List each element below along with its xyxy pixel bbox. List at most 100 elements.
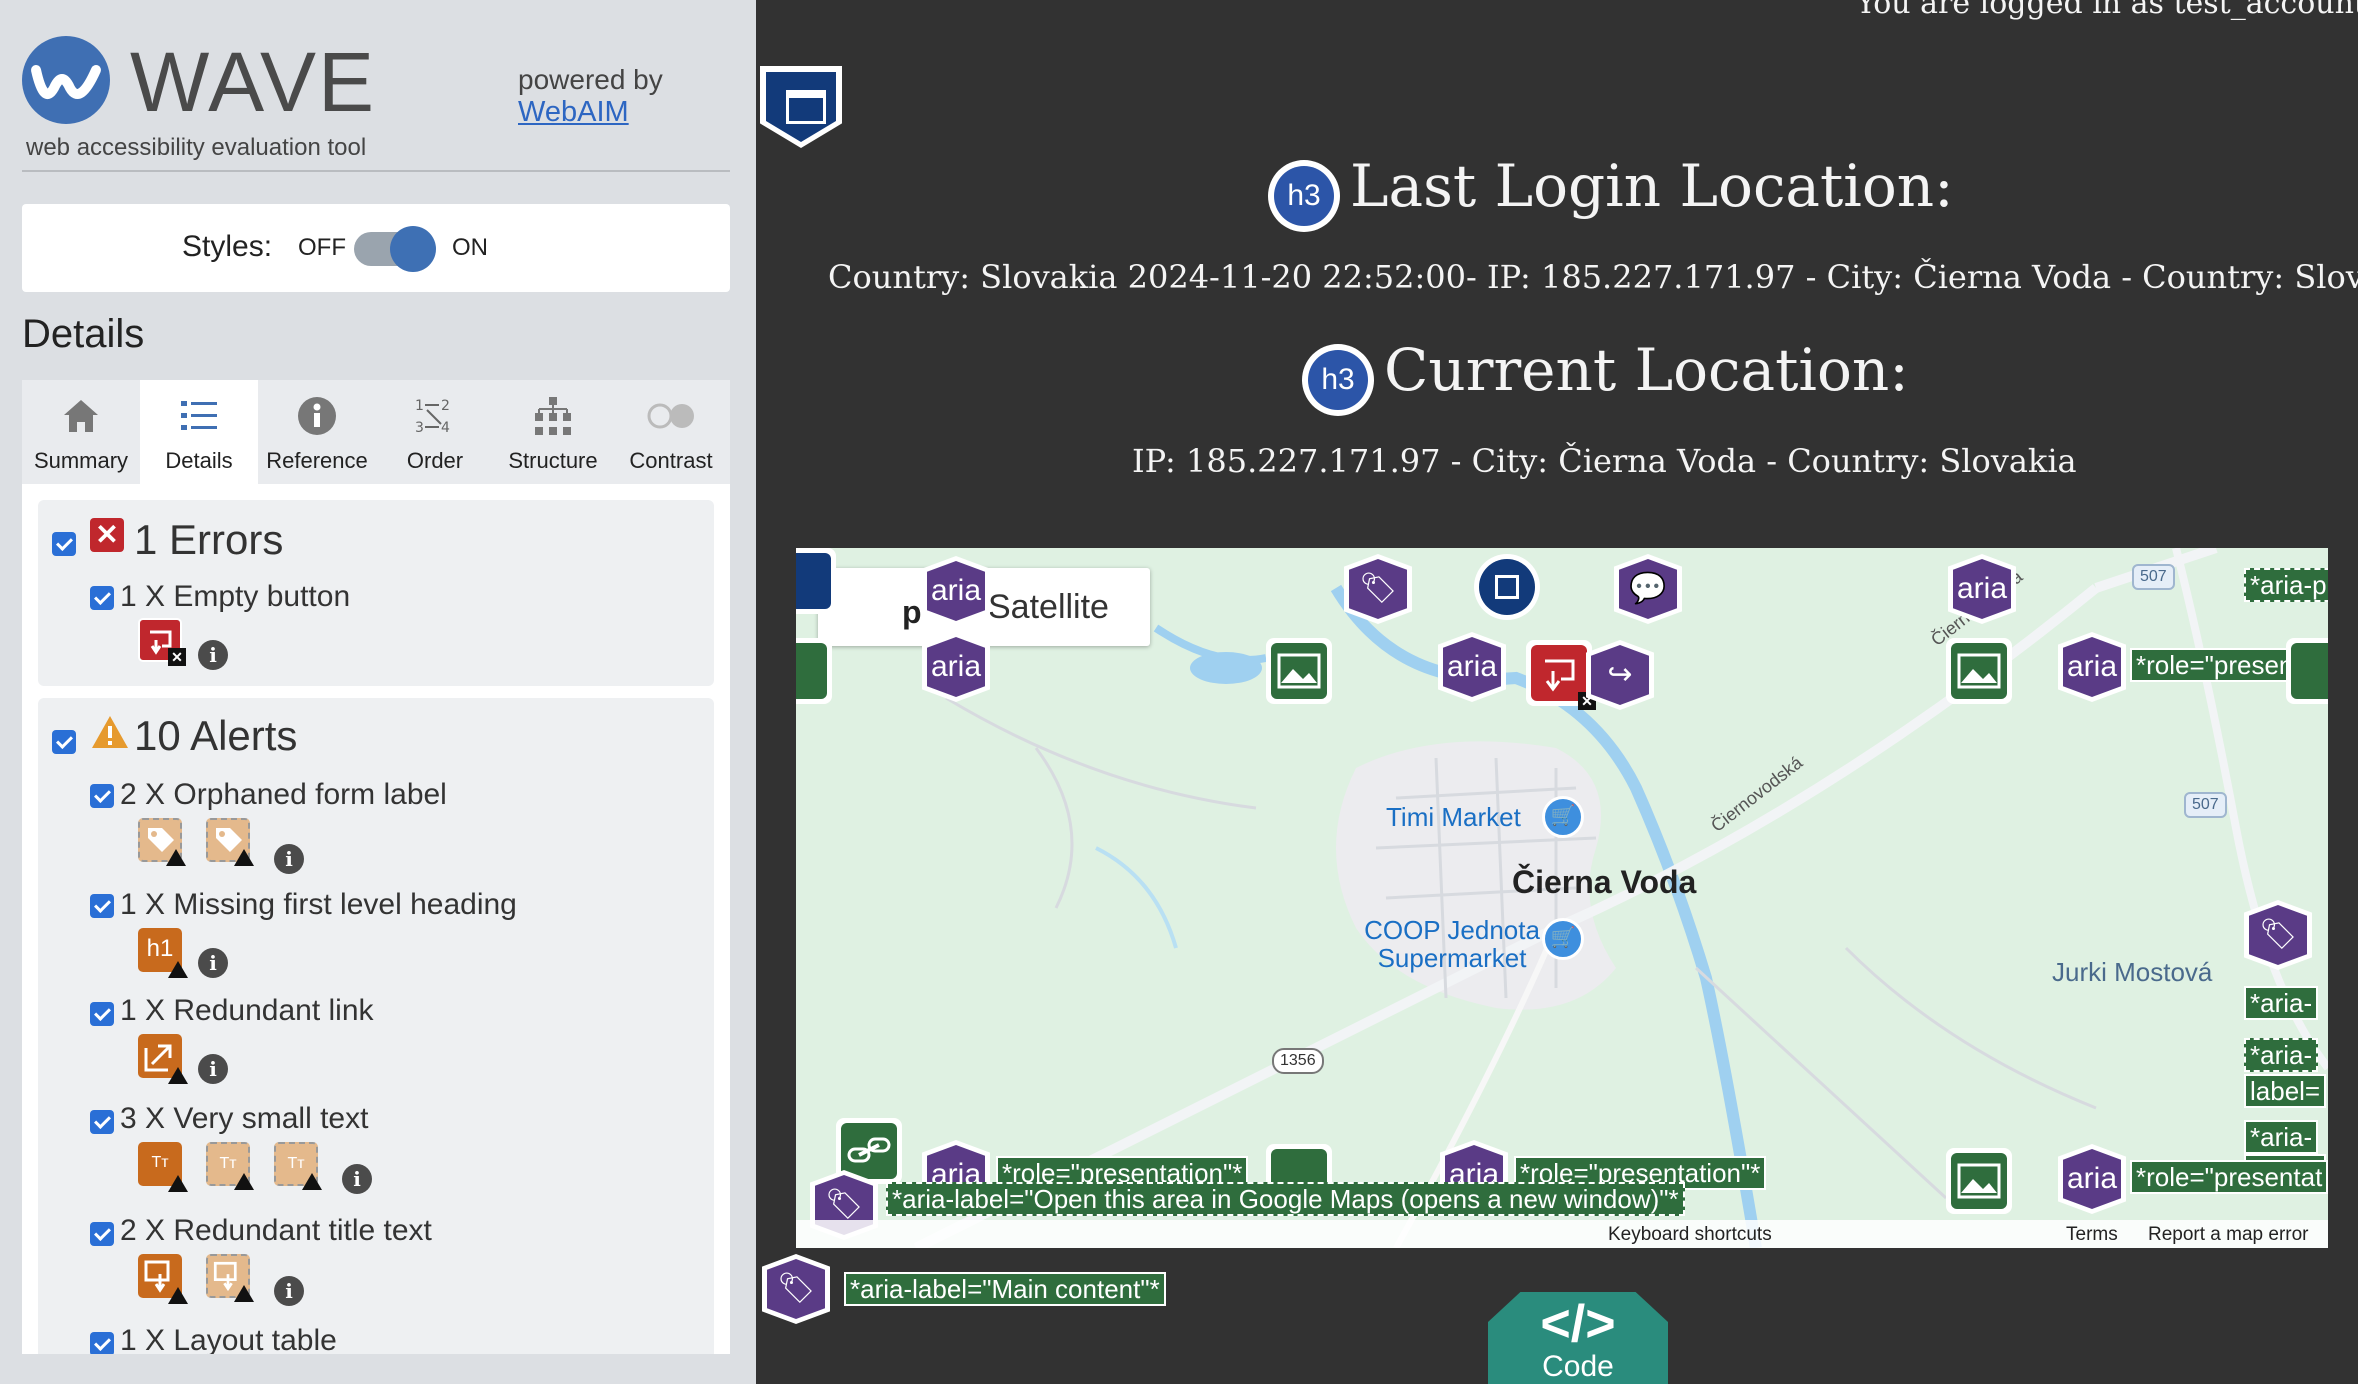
redundant-title-icon[interactable]: [206, 1254, 254, 1302]
aria-label-tag[interactable]: *aria-: [2244, 1120, 2319, 1154]
h3-icon[interactable]: h3: [1302, 344, 1374, 416]
info-icon[interactable]: i: [274, 1276, 304, 1306]
role-presentation-label[interactable]: *role="presentat: [2130, 1160, 2328, 1194]
powered-by: powered by WebAIM: [518, 64, 663, 128]
alert-item-label: 1 X Layout table: [120, 1324, 337, 1354]
region-icon[interactable]: [760, 66, 842, 148]
tab-structure[interactable]: Structure: [494, 380, 612, 484]
aria-icon[interactable]: aria: [922, 632, 990, 702]
tab-label: Structure: [508, 448, 598, 473]
alert-item-checkbox[interactable]: [90, 1222, 114, 1246]
keyboard-shortcuts-link[interactable]: Keyboard shortcuts: [1608, 1224, 1772, 1246]
tag-icon[interactable]: 🏷: [1344, 554, 1412, 624]
toggle-knob[interactable]: [390, 226, 436, 272]
small-text-icon[interactable]: Tт: [206, 1142, 254, 1190]
google-map[interactable]: p Satellite Timi Market 🛒 Čierna Voda CO…: [796, 548, 2328, 1248]
wave-logo-text: WAVE: [130, 35, 377, 129]
code-label: Code: [1542, 1350, 1614, 1383]
small-text-icon[interactable]: Tт: [274, 1142, 322, 1190]
aria-icon[interactable]: aria: [1438, 632, 1506, 702]
styles-label: Styles:: [182, 230, 273, 263]
place-label[interactable]: Timi Market: [1386, 803, 1521, 831]
aria-label-tag[interactable]: *aria-pressed: [2244, 568, 2328, 602]
aria-icon[interactable]: aria: [2058, 632, 2126, 702]
satellite-button[interactable]: Satellite: [988, 588, 1109, 627]
alert-item-checkbox[interactable]: [90, 1002, 114, 1026]
tab-label: Details: [165, 448, 233, 473]
warn-mark: [234, 849, 254, 866]
alert-item-checkbox[interactable]: [90, 1332, 114, 1354]
wave-logo[interactable]: WAVE web accessibility evaluation tool p…: [22, 36, 732, 166]
errors-checkbox[interactable]: [52, 532, 76, 556]
info-icon[interactable]: i: [198, 948, 228, 978]
redundant-link-icon[interactable]: [138, 1034, 188, 1084]
aria-label-tag[interactable]: *aria-: [2244, 986, 2319, 1020]
code-button[interactable]: </> Code: [1488, 1292, 1668, 1384]
image-icon[interactable]: [1946, 1148, 2012, 1214]
region-icon[interactable]: [796, 548, 836, 614]
empty-button-icon[interactable]: ✕: [138, 618, 186, 666]
redundant-title-icon[interactable]: [138, 1254, 188, 1304]
small-text-icon[interactable]: Tт: [138, 1142, 188, 1192]
shopping-cart-icon[interactable]: 🛒: [1542, 796, 1584, 838]
image-icon[interactable]: [1946, 638, 2012, 704]
h3-icon[interactable]: h3: [1268, 160, 1340, 232]
tab-label: Order: [406, 448, 464, 473]
aria-icon[interactable]: aria: [1948, 554, 2016, 624]
map-footer: Keyboard shortcuts Terms Report a map er…: [796, 1220, 2328, 1248]
comment-icon[interactable]: 💬: [1614, 554, 1682, 624]
alert-triangle-icon: [92, 716, 128, 748]
aria-label-open-maps[interactable]: *aria-label="Open this area in Google Ma…: [886, 1182, 1685, 1216]
details-panel: ✕ 1 Errors 1 X Empty button ✕ i 10 Alert…: [22, 484, 730, 1354]
alert-item-label: 3 X Very small text: [120, 1102, 369, 1135]
report-map-error-link[interactable]: Report a map error: [2148, 1224, 2309, 1246]
alert-item-checkbox[interactable]: [90, 1110, 114, 1134]
webaim-link[interactable]: WebAIM: [518, 96, 663, 128]
redirect-icon[interactable]: ↪: [1586, 640, 1654, 710]
warn-mark: [166, 849, 186, 866]
shopping-cart-icon[interactable]: 🛒: [1542, 918, 1584, 960]
warn-mark: [168, 961, 188, 978]
error-x-icon: ✕: [168, 648, 186, 666]
place-label[interactable]: Jurki Mostová: [2052, 958, 2212, 986]
image-icon[interactable]: [1266, 638, 1332, 704]
tab-contrast[interactable]: Contrast: [612, 380, 730, 484]
tag-icon[interactable]: 🏷: [2244, 900, 2312, 970]
warn-mark: [168, 1175, 188, 1192]
aria-label-tag[interactable]: label=: [2244, 1074, 2327, 1108]
info-icon[interactable]: i: [342, 1164, 372, 1194]
info-icon: [258, 392, 376, 440]
quote-icon[interactable]: [796, 638, 832, 704]
alerts-title: 10 Alerts: [134, 712, 298, 759]
info-icon[interactable]: i: [274, 844, 304, 874]
quote-icon[interactable]: [2286, 638, 2328, 704]
logged-in-text: You are logged in as test_account2: [1856, 0, 2358, 21]
place-label[interactable]: COOP Jednota Supermarket: [1352, 916, 1552, 972]
map-type-label[interactable]: p: [902, 594, 922, 631]
tab-order[interactable]: 1 2 3 4 Order: [376, 380, 494, 484]
aria-icon[interactable]: aria: [922, 556, 990, 626]
error-item-checkbox[interactable]: [90, 586, 114, 610]
alerts-checkbox[interactable]: [52, 730, 76, 754]
aria-label-tag[interactable]: *aria-: [2244, 1038, 2319, 1072]
missing-h1-icon[interactable]: h1: [138, 928, 188, 978]
tab-reference[interactable]: Reference: [258, 380, 376, 484]
aria-icon[interactable]: aria: [2058, 1144, 2126, 1214]
tag-icon[interactable]: 🏷: [762, 1254, 830, 1324]
info-icon[interactable]: i: [198, 1054, 228, 1084]
alert-item-checkbox[interactable]: [90, 784, 114, 808]
info-icon[interactable]: i: [198, 640, 228, 670]
error-item-label: 1 X Empty button: [120, 580, 351, 613]
orphaned-label-icon[interactable]: [138, 818, 186, 866]
landmark-icon[interactable]: [1474, 554, 1540, 620]
terms-link[interactable]: Terms: [2066, 1224, 2118, 1246]
tab-details[interactable]: Details: [140, 380, 258, 484]
empty-button-error-icon[interactable]: ✕: [1526, 640, 1596, 710]
styles-toggle[interactable]: [354, 226, 436, 272]
main-content-label[interactable]: *aria-label="Main content"*: [844, 1272, 1166, 1306]
wave-subtitle: web accessibility evaluation tool: [26, 134, 367, 161]
orphaned-label-icon[interactable]: [206, 818, 254, 866]
tab-summary[interactable]: Summary: [22, 380, 140, 484]
tab-label: Contrast: [629, 448, 713, 473]
alert-item-checkbox[interactable]: [90, 894, 114, 918]
